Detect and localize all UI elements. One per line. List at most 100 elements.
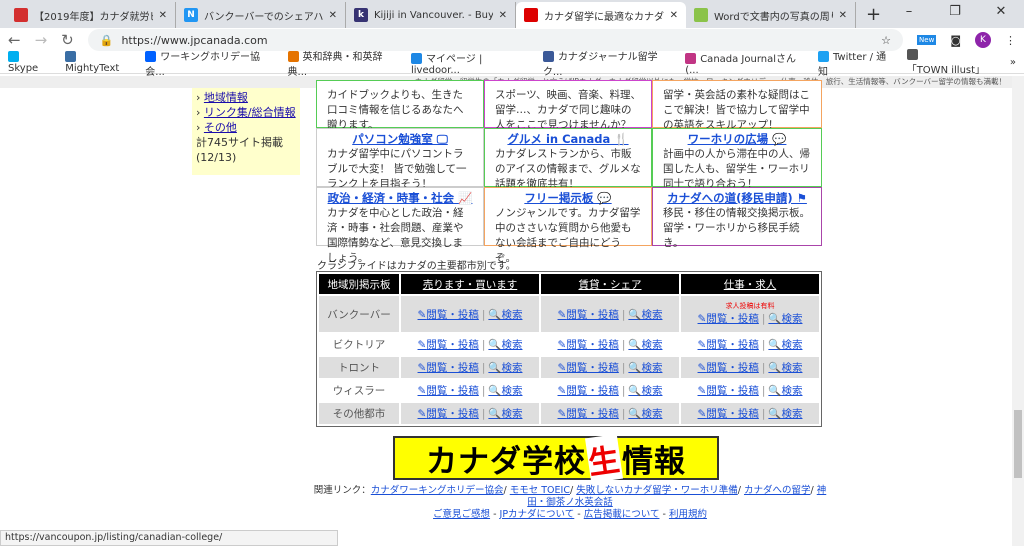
sidebar-link-other[interactable]: › その他 <box>196 120 296 135</box>
bookmark-item[interactable]: 「TOWN illust」 <box>906 49 996 76</box>
footer-link[interactable]: ご意見ご感想 <box>433 509 490 520</box>
view-post-link[interactable]: ✎閲覧・投稿 <box>418 362 479 374</box>
classified-table: 地域別掲示板 売ります・買います 賃貸・シェア 仕事・求人 バンクーバー ✎閲覧・投稿 | 🔍… <box>316 271 822 427</box>
board-link[interactable]: 政治・経済・時事・社会 📈 <box>327 191 473 206</box>
close-window-button[interactable]: ✕ <box>978 0 1024 24</box>
bookmark-item[interactable]: 英和辞典・和英辞典... <box>287 48 397 78</box>
minimize-button[interactable]: – <box>886 0 932 24</box>
view-post-link[interactable]: ✎閲覧・投稿 <box>698 313 759 325</box>
search-link[interactable]: 🔍検索 <box>488 339 522 351</box>
search-link[interactable]: 🔍検索 <box>488 385 522 397</box>
bookmark-item[interactable]: カナダジャーナル留学ク... <box>542 48 671 78</box>
column-header[interactable]: 売ります・買います <box>401 274 539 294</box>
footer-link[interactable]: 広告掲載について <box>584 509 660 520</box>
search-link[interactable]: 🔍検索 <box>768 362 802 374</box>
browser-tab[interactable]: カナダ留学に最適なカナダ掲示板 ✕ <box>516 2 686 28</box>
sidebar-link-links[interactable]: › リンク集/総合情報 <box>196 105 296 120</box>
separator: | <box>481 362 486 374</box>
search-link[interactable]: 🔍検索 <box>768 385 802 397</box>
view-post-link[interactable]: ✎閲覧・投稿 <box>558 309 619 321</box>
avatar[interactable]: K <box>975 32 991 48</box>
table-header-row: 地域別掲示板 売ります・買います 賃貸・シェア 仕事・求人 <box>319 274 819 294</box>
search-label: 検索 <box>641 385 663 397</box>
view-post-link[interactable]: ✎閲覧・投稿 <box>698 339 759 351</box>
search-label: 検索 <box>501 385 523 397</box>
new-tab-button[interactable]: + <box>866 4 881 25</box>
column-header[interactable]: 賃貸・シェア <box>541 274 679 294</box>
board-link[interactable]: カナダへの道(移民申請) ⚑ <box>663 191 811 206</box>
favicon-icon: N <box>184 8 198 22</box>
scrollbar-thumb[interactable] <box>1014 410 1022 478</box>
view-post-link[interactable]: ✎閲覧・投稿 <box>558 385 619 397</box>
view-post-link[interactable]: ✎閲覧・投稿 <box>698 385 759 397</box>
school-info-banner[interactable]: カナダ学校 生 情報 <box>393 433 719 483</box>
search-link[interactable]: 🔍検索 <box>488 309 522 321</box>
tab-close-icon[interactable]: ✕ <box>839 10 847 21</box>
related-link[interactable]: モモセ TOEIC <box>510 485 570 496</box>
bookmark-item[interactable]: ワーキングホリデー協会... <box>145 48 273 78</box>
bookmark-item[interactable]: Skype <box>8 51 51 74</box>
footer-link[interactable]: JPカナダについて <box>500 509 575 520</box>
search-icon: 🔍 <box>768 362 782 374</box>
search-link[interactable]: 🔍検索 <box>768 408 802 420</box>
search-link[interactable]: 🔍検索 <box>628 408 662 420</box>
board-link[interactable]: パソコン勉強室 🖵 <box>327 132 473 147</box>
board-link[interactable]: ワーホリの広場 💬 <box>663 132 811 147</box>
search-link[interactable]: 🔍検索 <box>628 309 662 321</box>
menu-icon[interactable]: ⋮ <box>1005 34 1016 47</box>
board-link[interactable]: フリー掲示板 💬 <box>495 191 641 206</box>
extension-new-icon[interactable]: New <box>917 35 937 45</box>
search-link[interactable]: 🔍検索 <box>488 408 522 420</box>
link[interactable]: 地域情報 <box>204 91 248 104</box>
classified-cell: ✎閲覧・投稿 | 🔍検索 <box>681 380 819 401</box>
star-icon[interactable]: ☆ <box>881 34 891 47</box>
scrollbar[interactable] <box>1012 76 1024 546</box>
view-post-link[interactable]: ✎閲覧・投稿 <box>558 339 619 351</box>
related-link[interactable]: カナダワーキングホリデー協会 <box>371 485 504 496</box>
view-post-link[interactable]: ✎閲覧・投稿 <box>418 408 479 420</box>
board-link[interactable]: グルメ in Canada 🍴 <box>495 132 641 147</box>
browser-tab[interactable]: k Kijiji in Vancouver. - Buy, Sell & ✕ <box>346 2 516 28</box>
bookmark-item[interactable]: MightyText <box>65 51 131 74</box>
reload-icon[interactable]: ↻ <box>61 31 74 49</box>
view-post-link[interactable]: ✎閲覧・投稿 <box>418 339 479 351</box>
link[interactable]: リンク集/総合情報 <box>204 106 296 119</box>
browser-tab[interactable]: N バンクーバーでのシェアハウスの探し方 ✕ <box>176 2 346 28</box>
search-link[interactable]: 🔍検索 <box>628 362 662 374</box>
search-link[interactable]: 🔍検索 <box>488 362 522 374</box>
search-icon: 🔍 <box>628 385 642 397</box>
search-link[interactable]: 🔍検索 <box>628 385 662 397</box>
bookmark-item[interactable]: マイページ | livedoor... <box>410 50 529 76</box>
bookmark-item[interactable]: Twitter / 通知 <box>817 48 893 78</box>
tab-close-icon[interactable]: ✕ <box>670 10 678 21</box>
maximize-button[interactable]: ❐ <box>932 0 978 24</box>
search-link[interactable]: 🔍検索 <box>628 339 662 351</box>
bookmark-icon <box>410 53 422 64</box>
camera-icon[interactable]: ◙ <box>950 34 961 47</box>
tab-close-icon[interactable]: ✕ <box>329 10 337 21</box>
view-post-link[interactable]: ✎閲覧・投稿 <box>698 362 759 374</box>
back-icon[interactable]: ← <box>8 31 21 49</box>
view-post-link[interactable]: ✎閲覧・投稿 <box>698 408 759 420</box>
link[interactable]: その他 <box>204 121 237 134</box>
related-link[interactable]: 失敗しないカナダ留学・ワーホリ準備 <box>576 485 738 496</box>
related-link[interactable]: カナダへの留学 <box>744 485 811 496</box>
search-link[interactable]: 🔍検索 <box>768 339 802 351</box>
tab-close-icon[interactable]: ✕ <box>159 10 167 21</box>
classified-cell: 求人投稿は有料 ✎閲覧・投稿 | 🔍検索 <box>681 296 819 332</box>
view-post-link[interactable]: ✎閲覧・投稿 <box>418 385 479 397</box>
more-bookmarks-icon[interactable]: » <box>1010 57 1016 68</box>
column-header[interactable]: 仕事・求人 <box>681 274 819 294</box>
bookmark-icon <box>8 51 19 63</box>
sidebar-link-region[interactable]: › 地域情報 <box>196 90 296 105</box>
view-post-link[interactable]: ✎閲覧・投稿 <box>558 362 619 374</box>
browser-tab[interactable]: Wordで文書内の写真の周りを ✕ <box>686 2 856 28</box>
tab-close-icon[interactable]: ✕ <box>499 10 507 21</box>
forward-icon[interactable]: → <box>35 31 48 49</box>
browser-tab[interactable]: 【2019年度】カナダ就労ビザの取得 ✕ <box>6 2 176 28</box>
view-post-link[interactable]: ✎閲覧・投稿 <box>418 309 479 321</box>
search-link[interactable]: 🔍検索 <box>768 313 802 325</box>
footer-link[interactable]: 利用規約 <box>669 509 707 520</box>
view-post-link[interactable]: ✎閲覧・投稿 <box>558 408 619 420</box>
bookmark-item[interactable]: Canada Journalさん(... <box>685 50 804 76</box>
